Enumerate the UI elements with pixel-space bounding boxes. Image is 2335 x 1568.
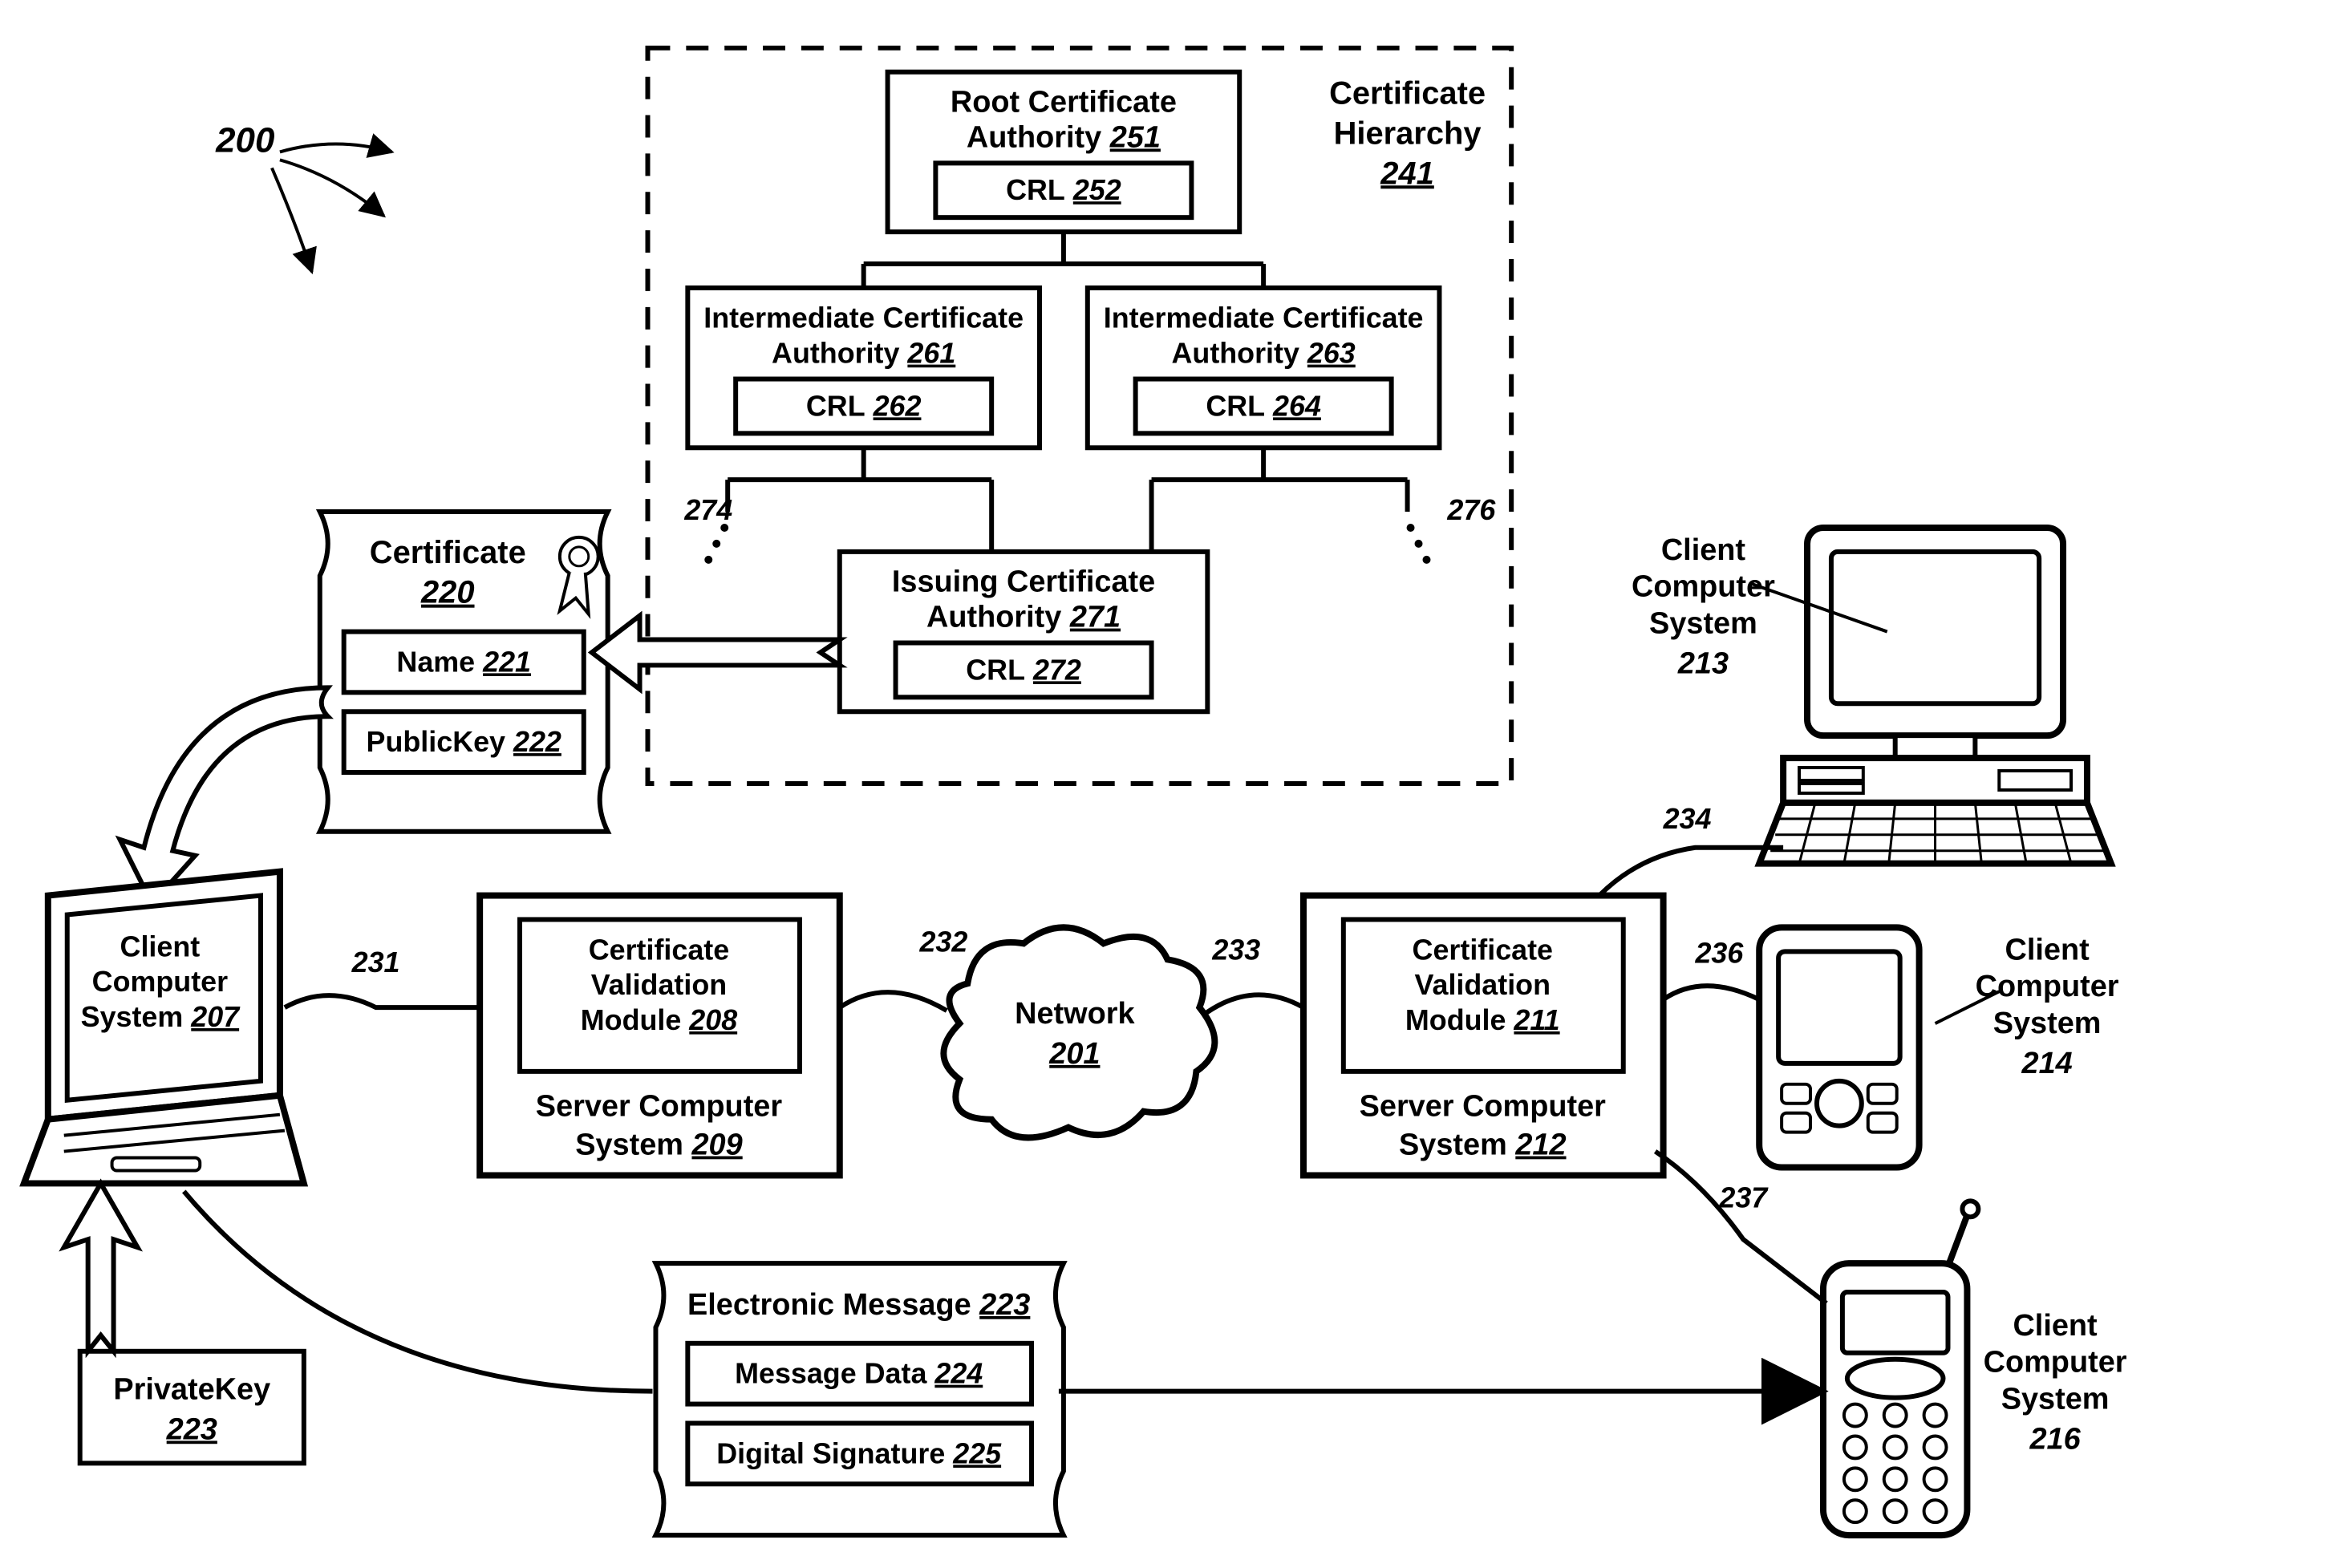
svg-text:Intermediate Certificate: Intermediate Certificate <box>703 302 1024 334</box>
svg-text:Computer: Computer <box>1632 570 1775 604</box>
svg-text:System: System <box>2001 1383 2110 1416</box>
link-234: 234 <box>1663 803 1712 835</box>
dots-right-ref: 276 <box>1446 494 1496 526</box>
svg-text:Authority 263: Authority 263 <box>1172 338 1356 370</box>
certificate-doc: Certificate 220 Name 221 PublicKey 222 <box>320 512 608 832</box>
electronic-message: Electronic Message 223 Message Data 224 … <box>655 1263 1063 1535</box>
link-232: 232 <box>918 926 967 958</box>
network-cloud: Network 201 <box>943 927 1214 1137</box>
svg-text:Client: Client <box>1661 533 1746 567</box>
svg-text:223: 223 <box>166 1412 217 1446</box>
link-236: 236 <box>1694 937 1744 969</box>
issuing-ca-box: Issuing Certificate Authority 271 CRL 27… <box>840 552 1208 711</box>
svg-text:PrivateKey: PrivateKey <box>113 1373 270 1407</box>
svg-text:Authority 261: Authority 261 <box>772 338 955 370</box>
svg-text:Message Data 224: Message Data 224 <box>735 1358 983 1390</box>
svg-text:System: System <box>1993 1007 2102 1040</box>
link-231: 231 <box>351 946 400 978</box>
svg-text:Server Computer: Server Computer <box>536 1090 783 1124</box>
svg-text:Client: Client <box>120 930 201 962</box>
svg-text:Authority 251: Authority 251 <box>967 120 1161 154</box>
svg-text:System 212: System 212 <box>1399 1128 1566 1162</box>
certificate-hierarchy: Certificate Hierarchy 241 Root Certifica… <box>648 48 1512 784</box>
hierarchy-title-2: Hierarchy <box>1334 115 1482 151</box>
cert-to-laptop-arrow <box>120 687 328 903</box>
figure-ref-num: 200 <box>215 120 274 160</box>
laptop-icon: Client Computer System 207 <box>24 872 304 1184</box>
svg-text:201: 201 <box>1048 1037 1100 1071</box>
link-233: 233 <box>1211 934 1260 966</box>
svg-text:Client: Client <box>2005 933 2090 966</box>
svg-text:Validation: Validation <box>1415 969 1551 1001</box>
cert-title: Certificate <box>370 535 526 570</box>
phone-icon: Client Computer System 216 <box>1823 1201 2127 1535</box>
svg-text:Authority 271: Authority 271 <box>926 601 1121 634</box>
svg-text:Module 211: Module 211 <box>1405 1004 1560 1036</box>
intermediate-ca-right: Intermediate Certificate Authority 263 C… <box>1088 288 1440 448</box>
svg-text:Client: Client <box>2013 1309 2098 1343</box>
svg-text:216: 216 <box>2029 1422 2081 1456</box>
server-left: Certificate Validation Module 208 Server… <box>480 896 840 1176</box>
privkey-to-laptop-arrow <box>64 1183 138 1351</box>
svg-text:Computer: Computer <box>92 966 228 998</box>
svg-text:System 207: System 207 <box>81 1001 241 1033</box>
dots-left-ref: 274 <box>683 494 732 526</box>
root-ca-box: Root Certificate Authority 251 CRL 252 <box>888 72 1240 232</box>
svg-text:System: System <box>1649 607 1757 641</box>
svg-text:CRL 252: CRL 252 <box>1006 174 1121 206</box>
hierarchy-title-1: Certificate <box>1329 76 1486 111</box>
hierarchy-ref: 241 <box>1380 156 1434 191</box>
svg-text:Computer: Computer <box>1984 1346 2127 1380</box>
svg-text:Module 208: Module 208 <box>581 1004 737 1036</box>
svg-text:214: 214 <box>2021 1047 2073 1080</box>
svg-text:Server Computer: Server Computer <box>1360 1090 1607 1124</box>
svg-text:CRL 264: CRL 264 <box>1206 390 1321 422</box>
pda-icon: Client Computer System 214 <box>1759 927 2119 1167</box>
svg-text:CRL 262: CRL 262 <box>806 390 922 422</box>
link-237: 237 <box>1718 1181 1769 1213</box>
svg-text:Intermediate Certificate: Intermediate Certificate <box>1104 302 1424 334</box>
svg-text:Computer: Computer <box>1976 970 2119 1003</box>
svg-text:Validation: Validation <box>591 969 727 1001</box>
svg-text:Certificate: Certificate <box>1413 934 1553 966</box>
issuer-to-cert-arrow <box>592 616 840 690</box>
svg-text:CRL 272: CRL 272 <box>966 654 1081 686</box>
figure-ref: 200 <box>215 120 391 272</box>
svg-text:Certificate: Certificate <box>589 934 729 966</box>
svg-text:213: 213 <box>1677 646 1729 680</box>
svg-text:Issuing Certificate: Issuing Certificate <box>892 565 1155 599</box>
svg-text:Name 221: Name 221 <box>396 646 531 678</box>
svg-text:System 209: System 209 <box>575 1128 742 1162</box>
private-key-box: PrivateKey 223 <box>80 1351 304 1464</box>
server-right: Certificate Validation Module 211 Server… <box>1303 896 1664 1176</box>
svg-text:Electronic Message 223: Electronic Message 223 <box>687 1288 1030 1322</box>
svg-text:Network: Network <box>1015 997 1135 1031</box>
svg-text:Root Certificate: Root Certificate <box>951 86 1177 120</box>
cert-ref: 220 <box>420 575 475 610</box>
svg-text:PublicKey 222: PublicKey 222 <box>367 726 561 758</box>
intermediate-ca-left: Intermediate Certificate Authority 261 C… <box>687 288 1040 448</box>
svg-text:Digital Signature 225: Digital Signature 225 <box>716 1437 1002 1469</box>
diagram-canvas: 200 Certificate Hierarchy 241 Root Certi… <box>0 0 2335 1567</box>
